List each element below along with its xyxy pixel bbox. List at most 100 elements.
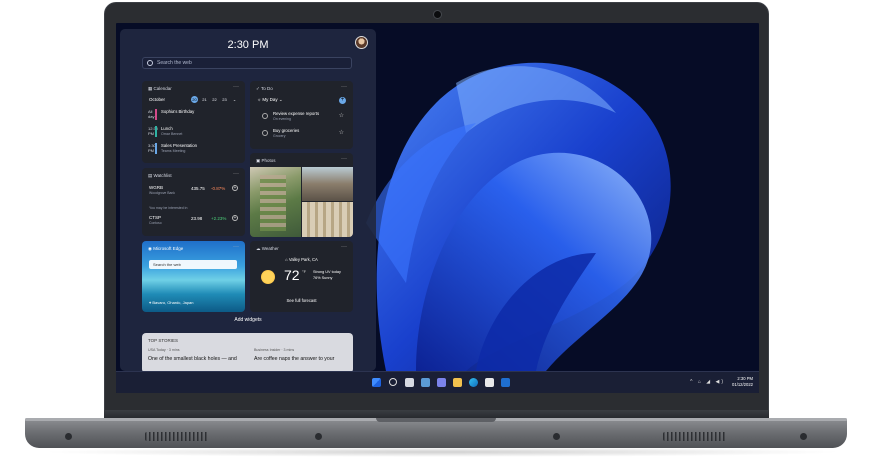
photo-thumbnail[interactable]	[302, 167, 353, 201]
event-color-bar	[155, 109, 157, 120]
search-icon[interactable]	[389, 378, 397, 386]
more-icon[interactable]: ···	[341, 84, 347, 90]
todo-title: ✓ To Do	[256, 86, 273, 91]
edge-search-placeholder: Search the web	[153, 262, 181, 267]
calendar-day[interactable]: 23	[221, 96, 228, 103]
edge-location: ⌖ Bavaro, Ohardc, Japan	[149, 300, 194, 305]
file-explorer-icon[interactable]	[453, 378, 462, 387]
teams-chat-icon[interactable]	[437, 378, 446, 387]
story-headline[interactable]: One of the smallest black holes — and	[148, 356, 237, 362]
task-name: Buy groceries	[273, 128, 300, 133]
search-input[interactable]: Search the web	[142, 57, 352, 69]
wallpaper-bloom	[346, 23, 759, 371]
story-headline[interactable]: Are coffee naps the answer to your	[254, 356, 334, 362]
laptop-base	[25, 418, 847, 448]
stock-price: 23.98	[191, 216, 203, 221]
event-sub: Teams Meeting	[161, 149, 186, 153]
taskbar-clock[interactable]: 2:30 PM 01/12/2022	[732, 376, 753, 388]
weather-unit: °F	[302, 269, 307, 274]
add-stock-icon[interactable]: +	[232, 215, 238, 221]
edge-search-input[interactable]: Search the web	[149, 260, 237, 269]
calendar-title: ▦ Calendar	[148, 86, 172, 91]
calendar-month: October	[149, 97, 166, 102]
stock-row[interactable]: WGRB Woodgrove Bank 435.75 -0.87% +	[149, 185, 241, 196]
search-placeholder: Search the web	[157, 60, 192, 66]
store-icon[interactable]	[485, 378, 494, 387]
todo-task[interactable]: Buy groceries Grocery ☆	[262, 128, 348, 141]
photos-title: ▣ Photos	[256, 158, 276, 163]
stock-symbol: WGRB	[149, 185, 163, 190]
todo-widget[interactable]: ✓ To Do ··· ☼ My Day ⌄ + Review expense …	[250, 81, 353, 149]
webcam	[433, 10, 442, 19]
calendar-event[interactable]: 3:30 PM Sales Presentation Teams Meeting	[148, 142, 240, 156]
bloom-graphic	[366, 62, 671, 371]
add-stock-icon[interactable]: +	[232, 185, 238, 191]
edge-icon[interactable]	[469, 378, 478, 387]
event-name: Lunch	[161, 126, 173, 131]
calendar-day[interactable]: 20	[191, 96, 198, 103]
widgets-clock: 2:30 PM	[227, 39, 269, 51]
chevron-down-icon[interactable]: ⌄	[231, 96, 238, 103]
weather-place: ⌂ Valley Park, CA	[285, 257, 318, 262]
stories-title: TOP STORIES	[148, 338, 179, 343]
event-name: Sophia's Birthday	[161, 109, 195, 114]
photo-thumbnail[interactable]	[302, 202, 353, 237]
task-checkbox[interactable]	[262, 130, 268, 136]
todo-task[interactable]: Review expense reports On evening ☆	[262, 111, 348, 124]
task-checkbox[interactable]	[262, 113, 268, 119]
weather-title: ☁ Weather	[256, 246, 279, 251]
base-notch	[376, 418, 496, 422]
calendar-day[interactable]: 22	[211, 96, 218, 103]
weather-condition: 76% Sunny	[313, 276, 333, 280]
stock-change: -0.87%	[211, 186, 226, 191]
more-icon[interactable]: ···	[233, 171, 239, 177]
rubber-foot	[800, 433, 807, 440]
start-icon[interactable]	[372, 378, 381, 387]
stock-price: 435.75	[191, 186, 205, 191]
add-task-button[interactable]: +	[339, 97, 346, 104]
weather-forecast-link[interactable]: See full forecast	[250, 298, 353, 303]
event-sub: Omar Bennet	[161, 132, 183, 136]
mail-icon[interactable]	[501, 378, 510, 387]
top-stories: TOP STORIES USA Today · 3 mins One of th…	[142, 333, 353, 371]
calendar-event[interactable]: All day Sophia's Birthday	[148, 108, 240, 122]
star-icon[interactable]: ☆	[339, 129, 344, 136]
more-icon[interactable]: ···	[341, 244, 347, 250]
system-tray[interactable]: ^ ⌂ ◢ ◀)	[690, 379, 725, 385]
stock-symbol: CTSP	[149, 215, 162, 220]
photo-thumbnail[interactable]	[250, 167, 301, 237]
widgets-icon[interactable]	[421, 378, 430, 387]
stock-row[interactable]: CTSP Contoso 23.98 +2.23% +	[149, 215, 241, 226]
story-source: USA Today · 3 mins	[148, 348, 180, 352]
stock-change: +2.23%	[211, 216, 227, 221]
more-icon[interactable]: ···	[341, 156, 347, 162]
calendar-event[interactable]: 12:30 PM Lunch Omar Bennet	[148, 125, 240, 139]
stock-company: Contoso	[149, 220, 162, 225]
todo-list-name[interactable]: ☼ My Day ⌄	[257, 97, 283, 103]
watchlist-hint: You may be interested in	[149, 206, 188, 210]
rubber-foot	[65, 433, 72, 440]
task-view-icon[interactable]	[405, 378, 414, 387]
event-color-bar	[155, 126, 157, 137]
calendar-widget[interactable]: ▦ Calendar ··· October 20 21 22 23 ⌄ All…	[142, 81, 245, 163]
avatar[interactable]	[355, 36, 368, 49]
edge-widget[interactable]: ◉ Microsoft Edge ··· Search the web ⌖ Ba…	[142, 241, 245, 312]
speaker-grille-left	[145, 432, 209, 441]
edge-title: ◉ Microsoft Edge	[148, 246, 184, 251]
calendar-day[interactable]: 21	[201, 96, 208, 103]
watchlist-title: ▤ Watchlist	[148, 173, 172, 178]
add-widgets-button[interactable]: Add widgets	[120, 317, 376, 323]
sun-icon	[261, 270, 275, 284]
speaker-grille-right	[663, 432, 727, 441]
more-icon[interactable]: ···	[233, 84, 239, 90]
taskbar: ^ ⌂ ◢ ◀) 2:30 PM 01/12/2022	[116, 371, 759, 393]
task-sub: On evening	[273, 117, 291, 121]
weather-widget[interactable]: ☁ Weather ··· ⌂ Valley Park, CA 72 °F St…	[250, 241, 353, 312]
watchlist-widget[interactable]: ▤ Watchlist ··· WGRB Woodgrove Bank 435.…	[142, 168, 245, 236]
laptop-lid: 2:30 PM Search the web ▦ Calendar ··· Oc…	[104, 2, 769, 420]
calendar-days: 20 21 22 23 ⌄	[191, 96, 238, 103]
photos-widget[interactable]: ▣ Photos ···	[250, 153, 353, 237]
star-icon[interactable]: ☆	[339, 112, 344, 119]
taskbar-date: 01/12/2022	[732, 382, 753, 387]
more-icon[interactable]: ···	[233, 244, 239, 250]
